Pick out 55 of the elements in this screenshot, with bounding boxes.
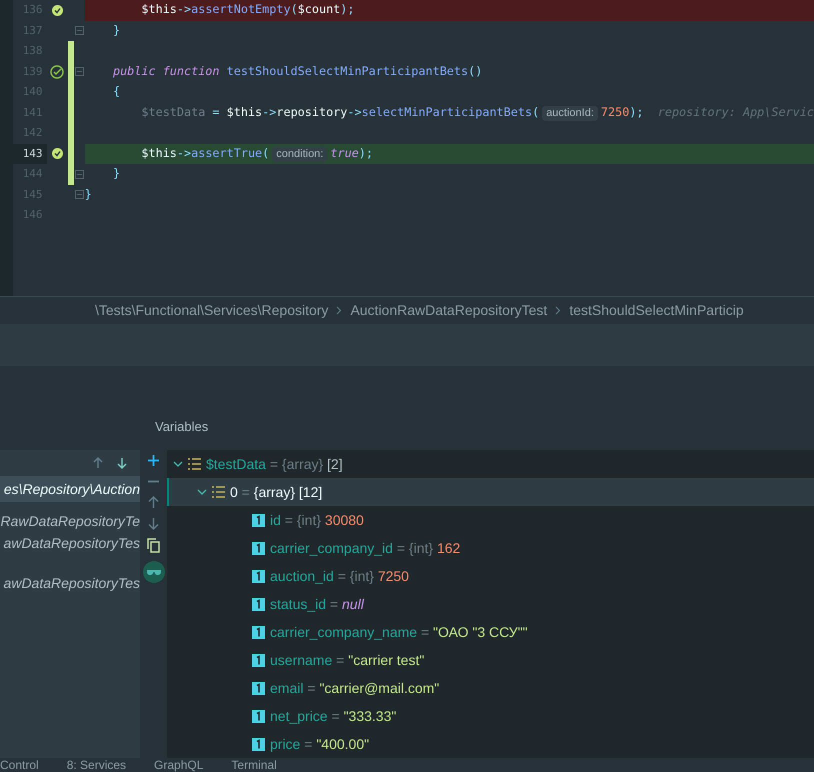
variable-entry[interactable]: username = "carrier test" <box>270 650 424 670</box>
tool-window-tab[interactable]: GraphQL <box>154 758 204 772</box>
breadcrumb[interactable]: testShouldSelectMinParticip <box>569 300 744 321</box>
arrow-down-icon[interactable] <box>147 517 160 530</box>
code-line: $this->assertTrue( condition: true); <box>140 144 373 163</box>
field-icon <box>252 598 265 610</box>
code-line: { <box>112 83 120 100</box>
code-line: public function testShouldSelectMinParticipantBets() <box>112 62 482 80</box>
tool-window-tab[interactable]: 8: Services <box>66 758 126 772</box>
field-icon <box>252 542 265 554</box>
list-icon <box>188 458 201 470</box>
test-passed-icon[interactable] <box>50 64 64 79</box>
arrow-up-icon[interactable] <box>147 496 160 509</box>
variable-entry[interactable]: $testData = {array} [2] <box>206 454 343 474</box>
variable-entry[interactable]: email = "carrier@mail.com" <box>270 678 440 698</box>
code-line: } <box>112 22 120 39</box>
stack-frame[interactable]: awDataRepositoryTes <box>0 570 140 596</box>
field-icon <box>252 514 265 526</box>
field-icon <box>252 626 265 638</box>
breadcrumb[interactable]: \Tests\Functional\Services\Repository <box>95 300 328 321</box>
variable-entry[interactable]: 0 = {array} [12] <box>230 482 322 502</box>
chevron-right-icon <box>555 306 562 315</box>
list-icon <box>212 486 225 498</box>
check-circle-icon[interactable] <box>52 148 63 160</box>
field-icon <box>252 738 265 750</box>
code-line: } <box>84 186 92 203</box>
variable-entry[interactable]: net_price = "333.33" <box>270 706 396 726</box>
tool-window-tab[interactable]: Terminal <box>231 758 277 772</box>
check-circle-icon[interactable] <box>52 4 63 16</box>
variable-entry[interactable]: price = "400.00" <box>270 734 370 754</box>
add-icon[interactable] <box>147 454 160 467</box>
tool-window-tab[interactable]: Control <box>0 758 39 772</box>
code-line: } <box>112 165 120 182</box>
variable-entry[interactable]: status_id = null <box>270 594 364 614</box>
glasses-icon[interactable] <box>142 561 164 583</box>
variable-entry[interactable]: auction_id = {int} 7250 <box>270 566 409 586</box>
field-icon <box>252 570 265 582</box>
stack-frame[interactable]: es\Repository\Auction <box>0 476 140 502</box>
field-icon <box>252 710 265 722</box>
code-line: $this->assertNotEmpty($count); <box>140 1 355 18</box>
chevron-right-icon <box>336 306 342 315</box>
code-line: $testData = $this->repository->selectMinParticipantBets( auctionId: 7250); repository: App\Servic <box>140 104 814 122</box>
copy-icon[interactable] <box>147 538 160 553</box>
variable-entry[interactable]: carrier_company_name = "ОАО "3 ССУ"" <box>270 622 528 642</box>
parameter-hint: auctionId: <box>542 106 598 121</box>
arrow-down-icon[interactable] <box>116 457 128 469</box>
line-number: 143 <box>12 144 47 164</box>
variable-entry[interactable]: id = {int} 30080 <box>270 510 364 530</box>
field-icon <box>252 682 265 694</box>
breadcrumb[interactable]: AuctionRawDataRepositoryTest <box>350 300 548 321</box>
parameter-hint: condition: <box>272 146 328 162</box>
arrow-up-icon[interactable] <box>92 457 104 469</box>
variable-entry[interactable]: carrier_company_id = {int} 162 <box>270 538 460 558</box>
field-icon <box>252 654 265 666</box>
panel-title: Variables <box>155 418 208 436</box>
